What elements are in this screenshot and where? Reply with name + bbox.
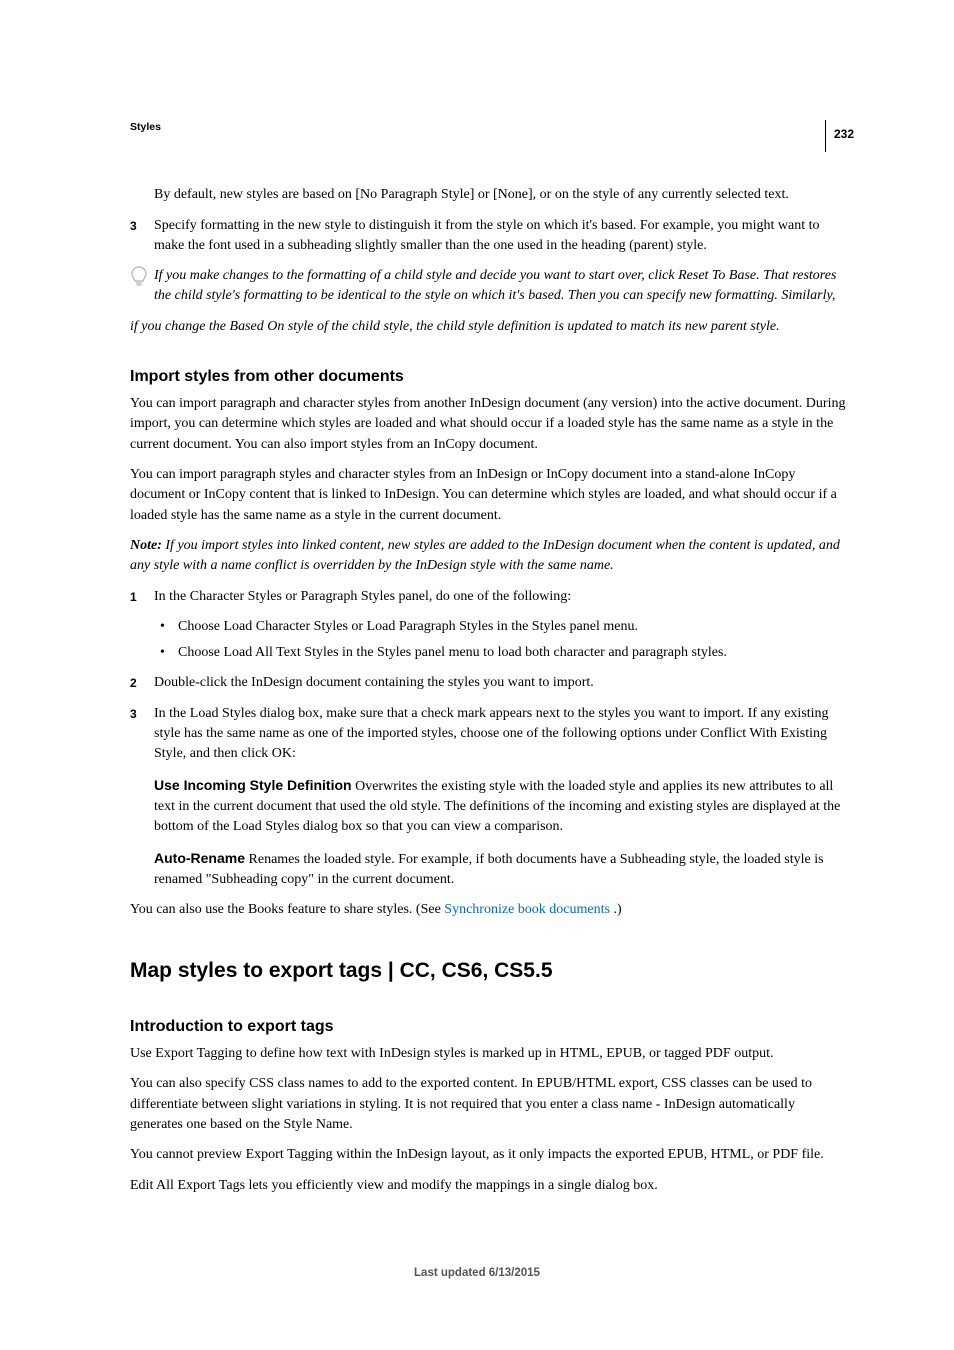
run-in-body: Renames the loaded style. For example, i… — [154, 852, 824, 887]
step-text: Double-click the InDesign document conta… — [154, 673, 846, 693]
import-p1: You can import paragraph and character s… — [130, 394, 846, 455]
heading-map-styles: Map styles to export tags | CC, CS6, CS5… — [130, 956, 846, 986]
map-p2: You can also specify CSS class names to … — [130, 1074, 846, 1135]
step-text: In the Load Styles dialog box, make sure… — [154, 704, 846, 765]
list-item: • Choose Load Character Styles or Load P… — [154, 617, 846, 637]
lightbulb-icon — [130, 266, 154, 307]
note-body: If you import styles into linked content… — [130, 538, 840, 573]
bullet-icon: • — [154, 643, 178, 663]
synchronize-book-link[interactable]: Synchronize book documents — [444, 902, 610, 917]
run-in-label: Auto-Rename — [154, 850, 245, 866]
books-prefix: You can also use the Books feature to sh… — [130, 902, 444, 917]
bullet-text: Choose Load All Text Styles in the Style… — [178, 643, 846, 663]
step-number: 3 — [130, 704, 154, 765]
note-label: Note: — [130, 538, 162, 553]
books-note: You can also use the Books feature to sh… — [130, 900, 846, 920]
tip-block: If you make changes to the formatting of… — [130, 266, 846, 307]
intro-paragraph: By default, new styles are based on [No … — [154, 185, 846, 205]
breadcrumb: Styles — [130, 120, 846, 135]
list-item: • Choose Load All Text Styles in the Sty… — [154, 643, 846, 663]
map-p1: Use Export Tagging to define how text wi… — [130, 1044, 846, 1064]
bullet-icon: • — [154, 617, 178, 637]
step-2: 2 Double-click the InDesign document con… — [130, 673, 846, 693]
heading-intro-export-tags: Introduction to export tags — [130, 1015, 846, 1038]
step-text: In the Character Styles or Paragraph Sty… — [154, 587, 846, 607]
import-note: Note: If you import styles into linked c… — [130, 536, 846, 577]
import-p2: You can import paragraph styles and char… — [130, 465, 846, 526]
tip-text: If you make changes to the formatting of… — [154, 266, 846, 307]
step-1: 1 In the Character Styles or Paragraph S… — [130, 587, 846, 607]
step-3-top: 3 Specify formatting in the new style to… — [130, 216, 846, 257]
tip-text-continued: if you change the Based On style of the … — [130, 317, 846, 337]
books-suffix: .) — [610, 902, 622, 917]
auto-rename-definition: Auto-Rename Renames the loaded style. Fo… — [154, 848, 846, 891]
footer-last-updated: Last updated 6/13/2015 — [0, 1265, 954, 1282]
step-text: Specify formatting in the new style to d… — [154, 216, 846, 257]
step-number: 1 — [130, 587, 154, 607]
page-number: 232 — [825, 120, 854, 152]
map-p3: You cannot preview Export Tagging within… — [130, 1145, 846, 1165]
heading-import-styles: Import styles from other documents — [130, 365, 846, 388]
step-3: 3 In the Load Styles dialog box, make su… — [130, 704, 846, 765]
step-number: 2 — [130, 673, 154, 693]
map-p4: Edit All Export Tags lets you efficientl… — [130, 1176, 846, 1196]
step-number: 3 — [130, 216, 154, 257]
run-in-label: Use Incoming Style Definition — [154, 777, 352, 793]
use-incoming-definition: Use Incoming Style Definition Overwrites… — [154, 775, 846, 838]
bullet-text: Choose Load Character Styles or Load Par… — [178, 617, 846, 637]
